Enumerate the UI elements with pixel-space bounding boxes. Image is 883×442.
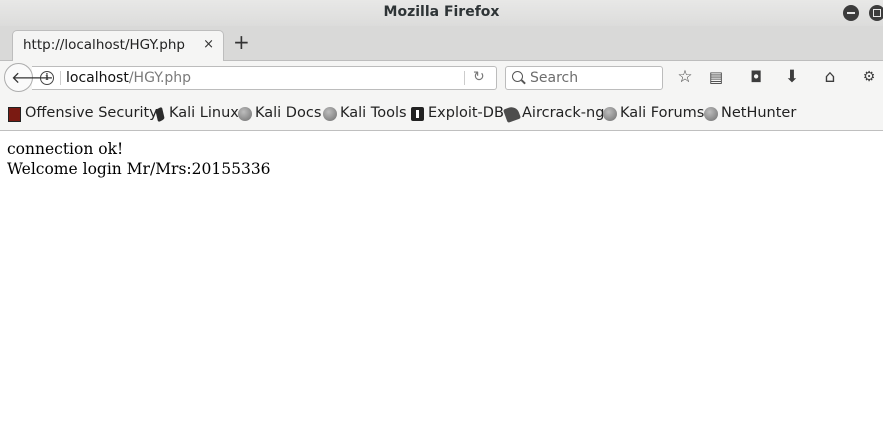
window-titlebar: Mozilla Firefox <box>0 0 883 26</box>
bookmark-kali-docs[interactable]: Kali Docs <box>255 105 321 121</box>
globe-icon <box>603 107 617 121</box>
url-divider <box>60 71 61 85</box>
bookmark-exploit-db[interactable]: Exploit-DB <box>428 105 504 121</box>
new-tab-button[interactable]: + <box>233 31 250 53</box>
search-icon <box>512 71 523 82</box>
connection-status-text: connection ok! <box>7 140 124 158</box>
pocket-icon[interactable]: ◘ <box>745 66 767 88</box>
url-path: /HGY.php <box>128 70 192 86</box>
kali-dragon-icon <box>155 106 165 123</box>
search-input[interactable]: Search <box>505 66 663 90</box>
url-text: localhost/HGY.php <box>66 70 191 86</box>
bookmark-kali-forums[interactable]: Kali Forums <box>620 105 704 121</box>
url-divider <box>464 71 465 85</box>
url-bar[interactable]: i localhost/HGY.php ↻ <box>32 66 497 90</box>
bookmark-kali-tools[interactable]: Kali Tools <box>340 105 407 121</box>
bookmarks-toolbar: Offensive Security Kali Linux Kali Docs … <box>0 95 883 131</box>
page-content: connection ok! Welcome login Mr/Mrs:2015… <box>7 139 271 179</box>
search-placeholder: Search <box>530 70 579 86</box>
globe-icon <box>323 107 337 121</box>
tab-title: http://localhost/HGY.php <box>23 37 185 53</box>
url-host: localhost <box>66 70 129 86</box>
back-button[interactable]: 🡐 <box>4 63 54 92</box>
exploit-db-icon <box>411 107 424 121</box>
globe-icon <box>238 107 252 121</box>
bookmark-aircrack-ng[interactable]: Aircrack-ng <box>522 105 604 121</box>
reload-icon[interactable]: ↻ <box>473 69 485 85</box>
welcome-message: Welcome login Mr/Mrs:20155336 <box>7 160 271 178</box>
back-arrow-icon: 🡐 <box>11 68 54 87</box>
maximize-button[interactable] <box>869 5 883 21</box>
aircrack-icon <box>503 105 521 123</box>
window-title: Mozilla Firefox <box>383 4 500 20</box>
close-icon[interactable]: × <box>203 37 214 53</box>
tab-active[interactable]: http://localhost/HGY.php × <box>12 30 224 61</box>
bookmark-offensive-security[interactable]: Offensive Security <box>25 105 158 121</box>
bookmark-nethunter[interactable]: NetHunter <box>721 105 796 121</box>
bookmark-kali-linux[interactable]: Kali Linux <box>169 105 239 121</box>
minimize-button[interactable] <box>843 5 859 21</box>
offsec-icon <box>8 107 21 122</box>
extension-icon[interactable]: ⚙ <box>858 66 880 88</box>
globe-icon <box>704 107 718 121</box>
navigation-toolbar: i localhost/HGY.php ↻ 🡐 Search ☆ ▤ ◘ ⬇ ⌂… <box>0 61 883 95</box>
reading-list-icon[interactable]: ▤ <box>705 66 727 88</box>
star-icon[interactable]: ☆ <box>674 66 696 88</box>
tab-strip: http://localhost/HGY.php × + <box>0 26 883 61</box>
download-icon[interactable]: ⬇ <box>781 66 803 88</box>
home-icon[interactable]: ⌂ <box>819 66 841 88</box>
